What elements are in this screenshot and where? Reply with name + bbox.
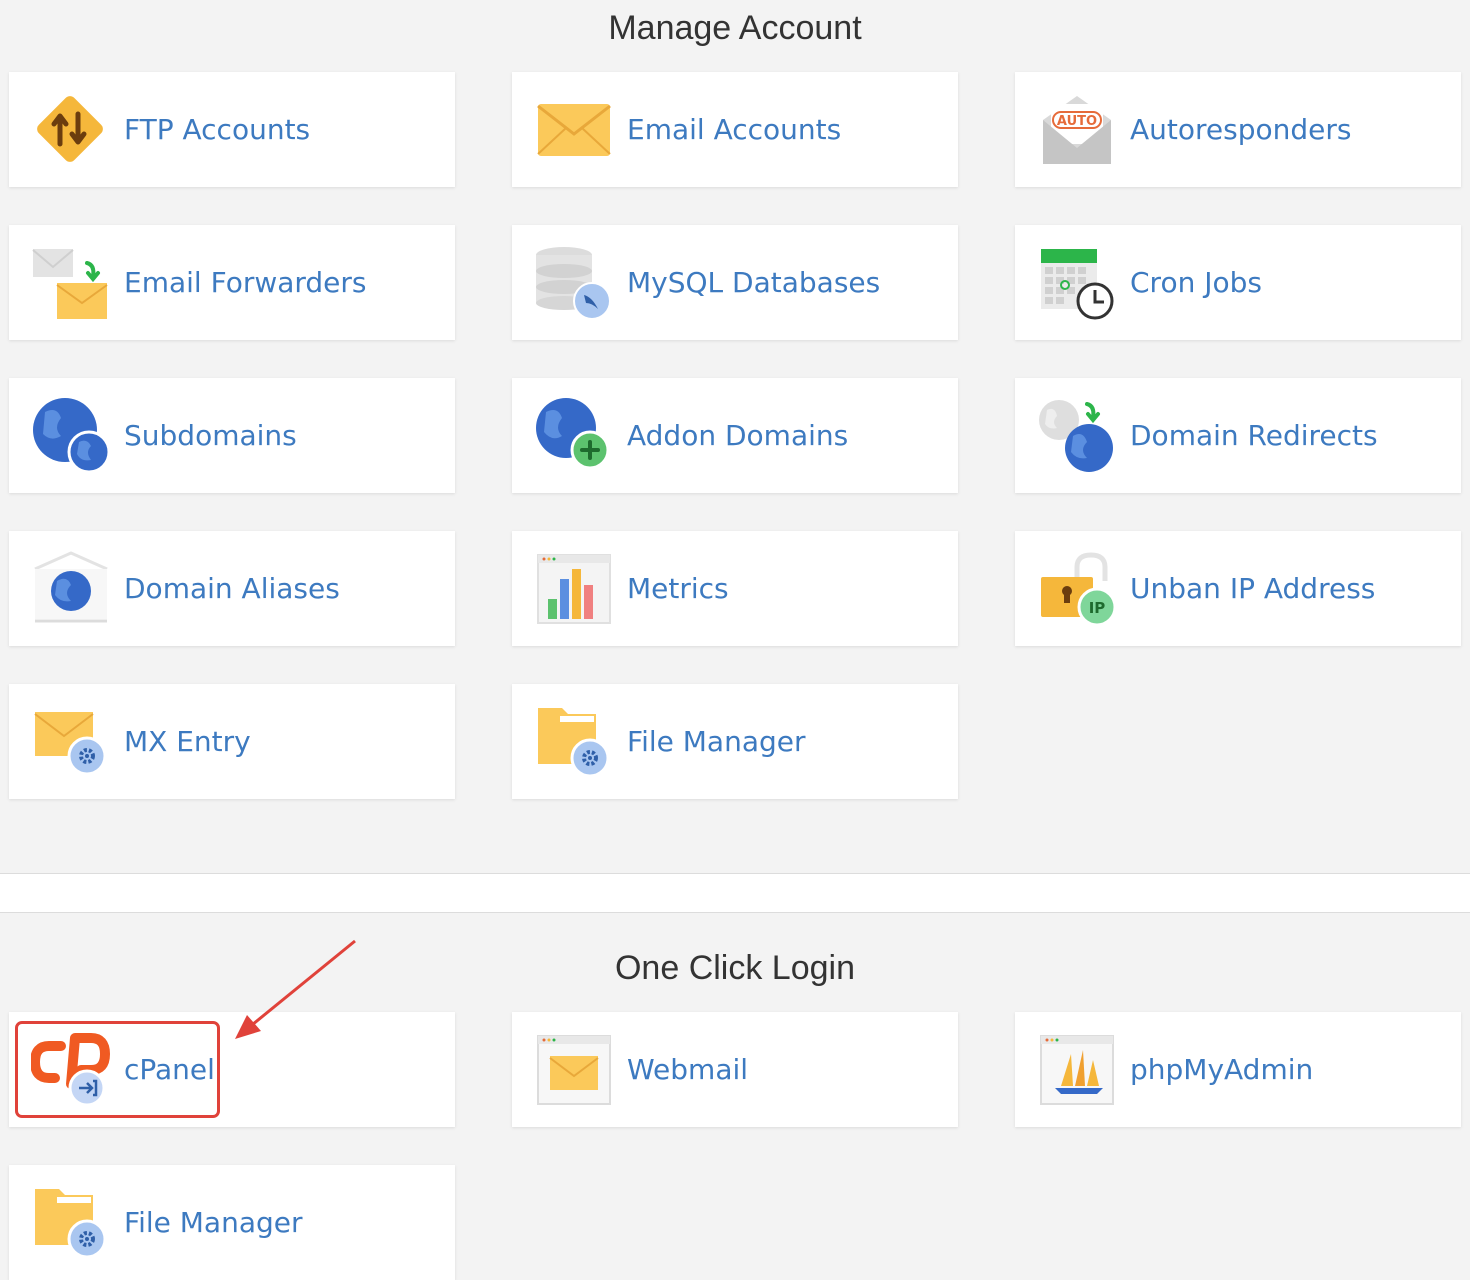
file-manager-folder-gear-icon — [534, 704, 614, 780]
tile-email-accounts[interactable]: Email Accounts — [512, 72, 958, 187]
svg-text:AUTO: AUTO — [1057, 114, 1097, 129]
tile-label: File Manager — [627, 725, 806, 758]
tile-unban-ip-address[interactable]: IP Unban IP Address — [1015, 531, 1461, 646]
annotation-arrow-icon — [235, 939, 356, 1039]
svg-text:IP: IP — [1089, 599, 1106, 617]
tile-label: Domain Redirects — [1130, 419, 1378, 452]
tile-ftp-accounts[interactable]: FTP Accounts — [9, 72, 455, 187]
one-click-login-title: One Click Login — [614, 949, 855, 987]
domain-redirect-globe-icon — [1037, 398, 1117, 474]
autoresponder-icon: AUTO — [1037, 92, 1117, 168]
tile-label: File Manager — [124, 1206, 303, 1239]
tile-webmail[interactable]: Webmail — [512, 1012, 958, 1127]
email-forwarder-icon — [31, 245, 111, 321]
tile-label: Cron Jobs — [1130, 266, 1262, 299]
tile-label: Email Accounts — [627, 113, 842, 146]
metrics-bar-chart-icon — [534, 551, 614, 627]
cpanel-highlight-box — [15, 1021, 220, 1118]
tile-label: MySQL Databases — [627, 266, 881, 299]
tile-file-manager[interactable]: File Manager — [512, 684, 958, 799]
subdomains-globe-icon — [31, 398, 111, 474]
file-manager-folder-gear-icon — [31, 1185, 111, 1261]
tile-domain-redirects[interactable]: Domain Redirects — [1015, 378, 1461, 493]
tile-label: Email Forwarders — [124, 266, 367, 299]
mx-entry-envelope-gear-icon — [31, 704, 111, 780]
tile-label: Webmail — [627, 1053, 749, 1086]
tile-subdomains[interactable]: Subdomains — [9, 378, 455, 493]
cron-calendar-clock-icon — [1037, 245, 1117, 321]
tile-phpmyadmin[interactable]: phpMyAdmin — [1015, 1012, 1461, 1127]
email-envelope-icon — [534, 92, 614, 168]
tile-cron-jobs[interactable]: Cron Jobs — [1015, 225, 1461, 340]
tile-label: MX Entry — [124, 725, 251, 758]
section-divider — [0, 873, 1470, 913]
mysql-database-icon — [534, 245, 614, 321]
tile-file-manager-login[interactable]: File Manager — [9, 1165, 455, 1280]
tile-label: Domain Aliases — [124, 572, 340, 605]
addon-domains-globe-plus-icon — [534, 398, 614, 474]
unban-ip-padlock-icon: IP — [1037, 551, 1117, 627]
tile-metrics[interactable]: Metrics — [512, 531, 958, 646]
tile-label: phpMyAdmin — [1130, 1053, 1314, 1086]
manage-account-title: Manage Account — [608, 9, 862, 47]
phpmyadmin-sailboat-icon — [1037, 1032, 1117, 1108]
tile-mysql-databases[interactable]: MySQL Databases — [512, 225, 958, 340]
tile-autoresponders[interactable]: AUTO Autoresponders — [1015, 72, 1461, 187]
tile-mx-entry[interactable]: MX Entry — [9, 684, 455, 799]
tile-label: Metrics — [627, 572, 729, 605]
tile-label: Addon Domains — [627, 419, 849, 452]
tile-label: Unban IP Address — [1130, 572, 1376, 605]
tile-email-forwarders[interactable]: Email Forwarders — [9, 225, 455, 340]
tile-label: Autoresponders — [1130, 113, 1352, 146]
tile-label: FTP Accounts — [124, 113, 311, 146]
tile-label: Subdomains — [124, 419, 297, 452]
webmail-window-envelope-icon — [534, 1032, 614, 1108]
tile-domain-aliases[interactable]: Domain Aliases — [9, 531, 455, 646]
domain-aliases-globe-icon — [31, 551, 111, 627]
tile-addon-domains[interactable]: Addon Domains — [512, 378, 958, 493]
ftp-icon — [31, 92, 111, 168]
